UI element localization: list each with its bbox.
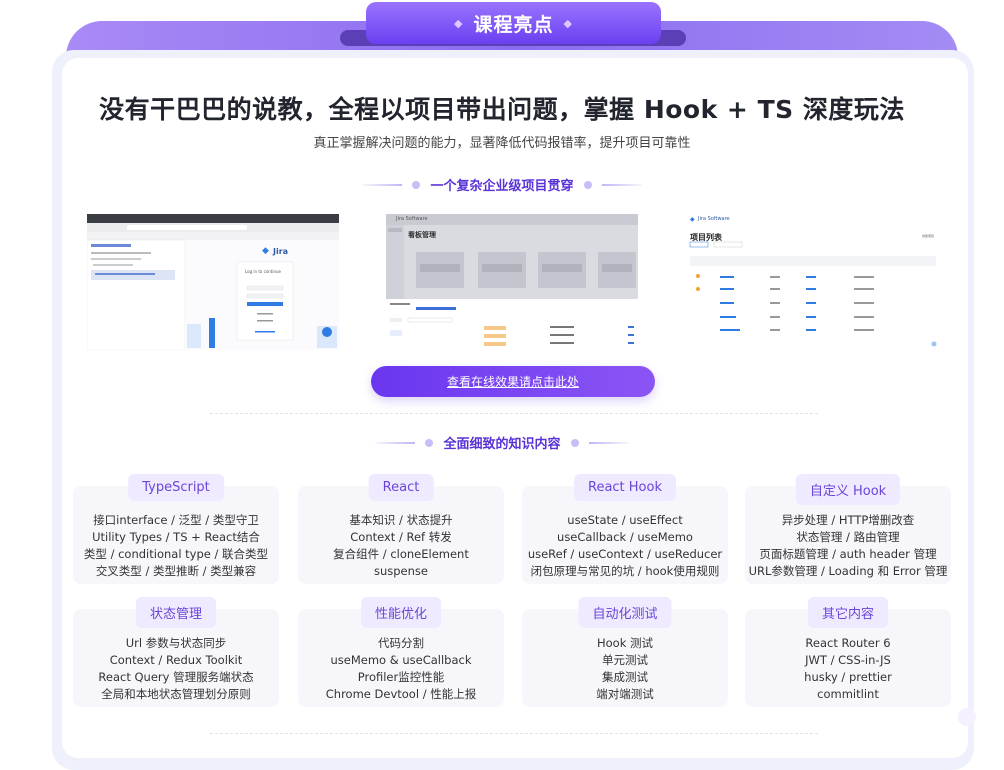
card-line: Url 参数与状态同步	[125, 636, 227, 650]
card-other: 其它内容 React Router 6 JWT / CSS-in-JS husk…	[745, 597, 951, 707]
card-react: React 基本知识 / 状态提升 Context / Ref 转发 复合组件 …	[298, 474, 504, 584]
project-section-title: 一个复杂企业级项目贯穿	[430, 179, 574, 194]
list-screenshot-graphic	[689, 241, 937, 347]
login-brand-icon: ◆	[262, 246, 269, 256]
project-section-header: 一个复杂企业级项目贯穿	[0, 175, 1004, 194]
divider-bottom	[210, 733, 818, 734]
list-brand-icon: ◆	[690, 216, 695, 223]
card-line: commitlint	[817, 687, 879, 701]
section-tab: ◆ 课程亮点 ◆	[366, 2, 661, 44]
card-line: 状态管理 / 路由管理	[796, 530, 900, 544]
section-dot-right	[583, 180, 592, 189]
card-line: 端对端测试	[596, 687, 654, 701]
card-line: Context / Ref 转发	[350, 530, 452, 544]
card-line: Utility Types / TS + React结合	[92, 530, 260, 544]
card-testing: 自动化测试 Hook 测试 单元测试 集成测试 端对端测试	[522, 597, 728, 707]
card-line: Profiler监控性能	[357, 670, 445, 684]
card-line: 代码分割	[378, 636, 424, 650]
card-line: Hook 测试	[596, 636, 654, 650]
list-create-button: 创建项目	[922, 234, 935, 238]
card-line: Chrome Devtool / 性能上报	[325, 687, 477, 701]
card-line: 闭包原理与常见的坑 / hook使用规则	[530, 564, 720, 578]
tab-left-diamond-icon: ◆	[454, 16, 464, 30]
card-title: 性能优化	[360, 597, 442, 628]
login-brand: Jira	[273, 247, 289, 256]
section-dot-left-2	[425, 438, 434, 447]
knowledge-section-title: 全面细致的知识内容	[443, 437, 561, 452]
card-typescript: TypeScript 接口interface / 泛型 / 类型守卫 Utili…	[73, 474, 279, 584]
section-line-right-2	[588, 441, 629, 444]
card-line: husky / prettier	[804, 670, 892, 684]
list-page-title: 项目列表	[690, 233, 722, 242]
section-dot-left	[412, 180, 421, 189]
screenshot-login[interactable]: ◆ Jira Log in to continue 登录	[87, 214, 339, 350]
board-page-title: 看板管理	[408, 231, 436, 239]
scroll-indicator	[958, 708, 976, 726]
divider-top	[210, 413, 818, 414]
card-title: React Hook	[573, 474, 677, 501]
card-line: useCallback / useMemo	[557, 530, 693, 544]
card-line: 接口interface / 泛型 / 类型守卫	[93, 513, 259, 527]
section-line-right	[601, 183, 642, 186]
card-line: 集成测试	[602, 670, 648, 684]
card-line: URL参数管理 / Loading 和 Error 管理	[748, 564, 948, 578]
card-custom-hook: 自定义 Hook 异步处理 / HTTP增删改查 状态管理 / 路由管理 页面标…	[745, 474, 951, 584]
card-state-management: 状态管理 Url 参数与状态同步 Context / Redux Toolkit…	[73, 597, 279, 707]
card-title: 其它内容	[807, 597, 889, 628]
section-line-left	[362, 183, 403, 186]
page-headline: 没有干巴巴的说教，全程以项目带出问题，掌握 Hook + TS 深度玩法	[99, 95, 905, 124]
card-line: 交叉类型 / 类型推断 / 类型兼容	[95, 564, 257, 578]
card-title: 自动化测试	[578, 597, 672, 628]
section-tab-label: 课程亮点	[473, 13, 554, 36]
card-line: React Query 管理服务端状态	[98, 670, 254, 684]
page-subheadline: 真正掌握解决问题的能力，显著降低代码报错率，提升项目可靠性	[313, 136, 691, 151]
card-line: Context / Redux Toolkit	[109, 653, 243, 667]
section-line-left-2	[375, 441, 416, 444]
card-line: suspense	[373, 564, 428, 578]
card-line: 复合组件 / cloneElement	[333, 547, 469, 561]
card-line: JWT / CSS-in-JS	[805, 653, 891, 667]
card-title: 状态管理	[135, 597, 217, 628]
board-brand: Jira Software	[396, 216, 428, 222]
card-line: 基本知识 / 状态提升	[349, 513, 453, 527]
knowledge-section-header: 全面细致的知识内容	[0, 433, 1004, 452]
screenshot-board[interactable]: Jira Software 看板管理	[386, 214, 638, 350]
card-performance: 性能优化 代码分割 useMemo & useCallback Profiler…	[298, 597, 504, 707]
card-line: 类型 / conditional type / 联合类型	[83, 547, 269, 561]
section-dot-right-2	[570, 438, 579, 447]
card-line: useMemo & useCallback	[330, 653, 472, 667]
card-line: React Router 6	[805, 636, 891, 650]
login-screenshot-graphic	[87, 214, 339, 350]
card-line: 全局和本地状态管理划分原则	[101, 687, 251, 701]
card-line: 页面标题管理 / auth header 管理	[759, 547, 937, 561]
list-brand: Jira Software	[698, 216, 730, 222]
login-form-title: Log in to continue	[245, 269, 282, 274]
card-title: React	[368, 474, 434, 501]
card-line: 单元测试	[602, 653, 648, 667]
screenshot-project-list[interactable]: ◆ Jira Software 项目列表 创建项目	[686, 212, 940, 352]
card-react-hook: React Hook useState / useEffect useCallb…	[522, 474, 728, 584]
view-online-demo-button[interactable]: 查看在线效果请点击此处	[371, 366, 655, 397]
card-line: useState / useEffect	[567, 513, 683, 527]
login-button-label: 登录	[261, 298, 268, 302]
card-line: useRef / useContext / useReducer	[527, 547, 723, 561]
tab-right-diamond-icon: ◆	[563, 16, 573, 30]
card-title: TypeScript	[128, 474, 224, 501]
card-line: 异步处理 / HTTP增删改查	[781, 513, 915, 527]
card-title: 自定义 Hook	[795, 474, 901, 505]
